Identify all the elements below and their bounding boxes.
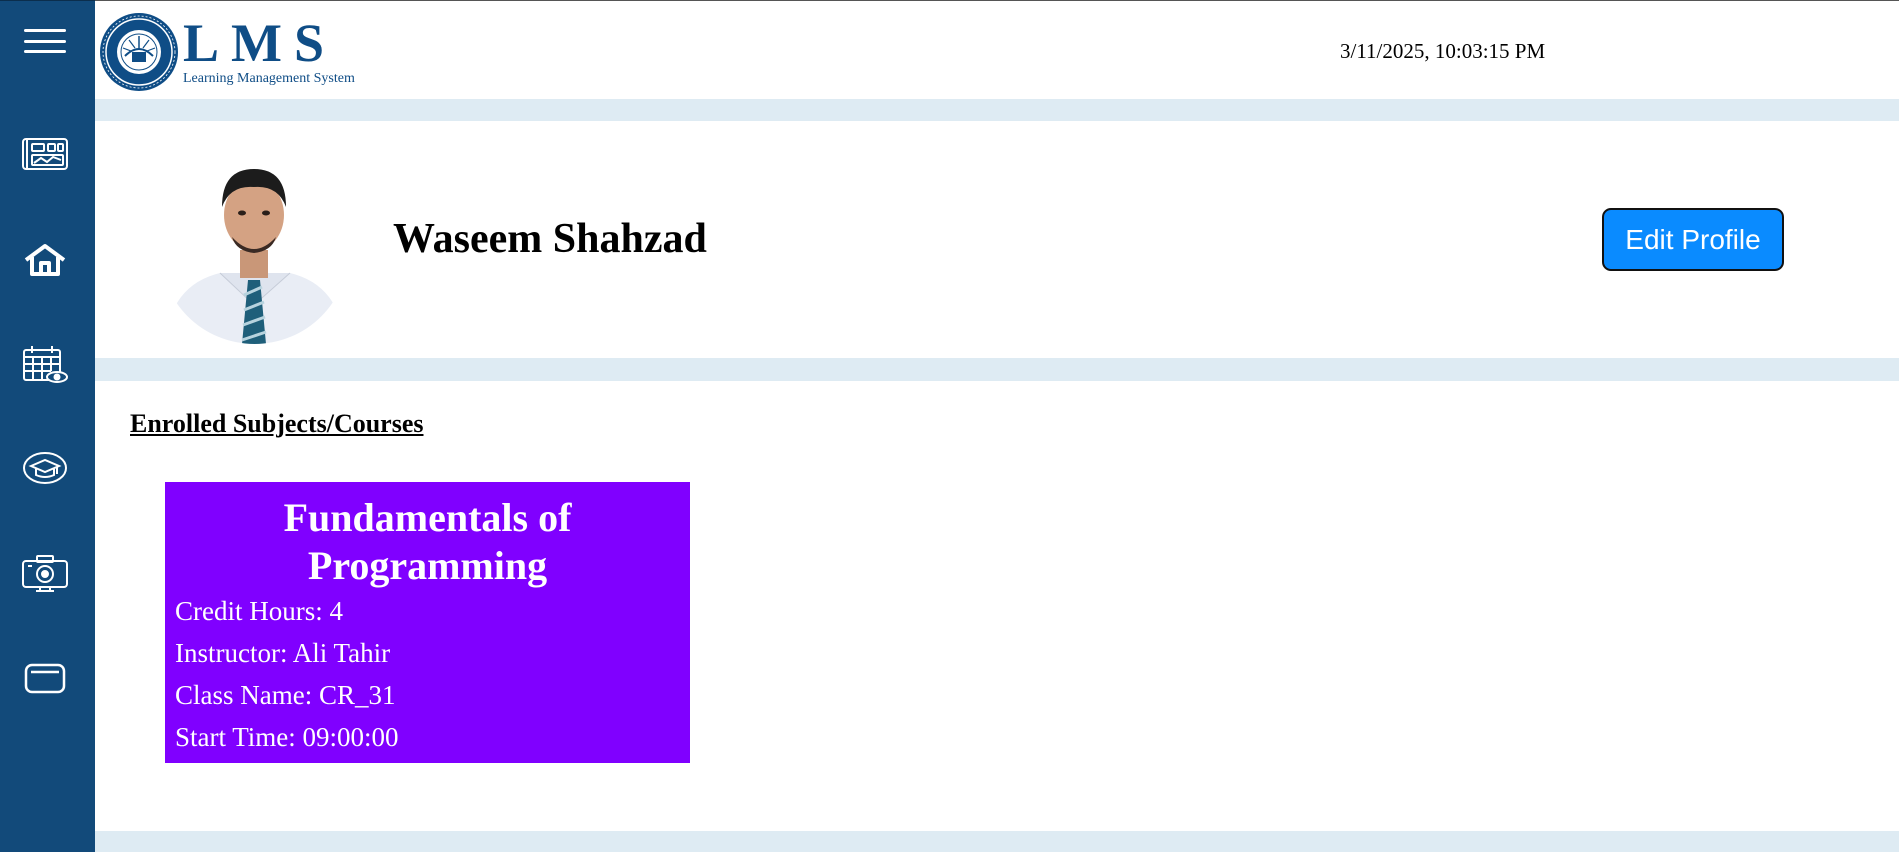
- section-title: Enrolled Subjects/Courses: [130, 409, 424, 438]
- home-icon[interactable]: [17, 236, 73, 284]
- courses-section: Enrolled Subjects/Courses Fundamentals o…: [95, 381, 1899, 831]
- current-datetime: 3/11/2025, 10:03:15 PM: [1340, 39, 1546, 63]
- course-credit-hours: Credit Hours: 4: [175, 596, 343, 626]
- edit-profile-button[interactable]: Edit Profile: [1602, 208, 1784, 271]
- camera-icon[interactable]: [17, 549, 73, 597]
- divider-band: [95, 99, 1899, 121]
- hamburger-menu-icon[interactable]: [24, 29, 66, 53]
- course-start-time: Start Time: 09:00:00: [175, 722, 399, 752]
- logo-title: LMS: [183, 13, 337, 73]
- lms-logo[interactable]: LMS Learning Management System: [99, 12, 355, 92]
- avatar: [160, 155, 349, 344]
- calendar-view-icon[interactable]: [17, 340, 73, 388]
- folder-icon[interactable]: [17, 654, 73, 702]
- course-card[interactable]: Fundamentals of Programming Credit Hours…: [165, 482, 690, 763]
- divider-band: [95, 358, 1899, 381]
- dashboard-icon[interactable]: [17, 130, 73, 178]
- university-seal-icon: [100, 13, 178, 91]
- graduation-cap-icon[interactable]: [17, 444, 73, 492]
- divider-band: [95, 831, 1899, 852]
- profile-name: Waseem Shahzad: [393, 216, 707, 262]
- course-instructor: Instructor: Ali Tahir: [175, 638, 391, 668]
- logo-subtitle: Learning Management System: [183, 71, 355, 86]
- profile-panel: Waseem Shahzad Edit Profile: [95, 121, 1899, 358]
- sidebar: [0, 0, 95, 852]
- top-bar: LMS Learning Management System 3/11/2025…: [95, 0, 1899, 99]
- course-title: Fundamentals of Programming: [283, 495, 572, 588]
- course-class-name: Class Name: CR_31: [175, 680, 396, 710]
